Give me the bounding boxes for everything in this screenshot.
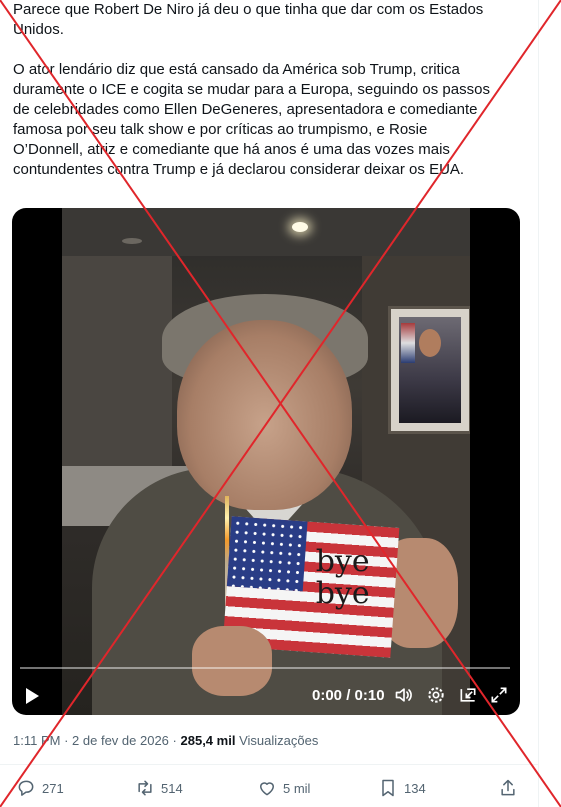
timeline-border — [538, 0, 539, 807]
retweet-button[interactable]: 514 — [135, 777, 183, 799]
like-count: 5 mil — [283, 780, 311, 796]
wall-portrait — [388, 306, 470, 434]
play-icon[interactable] — [26, 688, 39, 704]
bookmark-button[interactable]: 134 — [378, 777, 426, 799]
tweet-paragraph-1: Parece que Robert De Niro já deu o que t… — [13, 1, 484, 38]
tweet-metadata: 1:11 PM · 2 de fev de 2026 · 285,4 mil V… — [13, 733, 319, 748]
reply-button[interactable]: 271 — [16, 777, 64, 799]
volume-icon[interactable] — [394, 685, 414, 705]
tweet-text: Parece que Robert De Niro já deu o que t… — [13, 0, 533, 200]
views-count: 285,4 mil — [180, 733, 236, 748]
video-controls: 0:00 / 0:10 — [12, 678, 520, 712]
tweet-date[interactable]: 2 de fev de 2026 — [72, 733, 169, 748]
divider — [0, 764, 538, 765]
like-button[interactable]: 5 mil — [257, 777, 310, 799]
video-time: 0:00 / 0:10 — [312, 687, 385, 704]
reply-count: 271 — [42, 780, 64, 796]
settings-icon[interactable] — [426, 685, 446, 705]
video-progress-bar[interactable] — [20, 667, 510, 669]
flag-handwriting: bye bye — [315, 544, 370, 612]
tweet-actions: 271 514 5 mil 134 — [0, 775, 538, 801]
video-player[interactable]: bye bye 0:00 / 0:10 — [12, 208, 520, 715]
fullscreen-icon[interactable] — [489, 685, 509, 705]
heart-icon — [260, 782, 274, 796]
bookmark-icon — [382, 779, 394, 797]
retweet-count: 514 — [161, 780, 183, 796]
reply-icon — [18, 780, 34, 796]
retweet-icon — [138, 780, 152, 796]
person-in-video — [177, 320, 352, 510]
bookmark-count: 134 — [404, 780, 426, 796]
views-label: Visualizações — [239, 733, 319, 748]
tweet-time[interactable]: 1:11 PM — [13, 733, 60, 748]
video-frame: bye bye — [62, 208, 470, 715]
share-icon — [501, 779, 515, 796]
picture-in-picture-icon[interactable] — [458, 685, 478, 705]
tweet-paragraph-2: O ator lendário diz que está cansado da … — [13, 61, 490, 178]
share-button[interactable] — [498, 777, 524, 799]
